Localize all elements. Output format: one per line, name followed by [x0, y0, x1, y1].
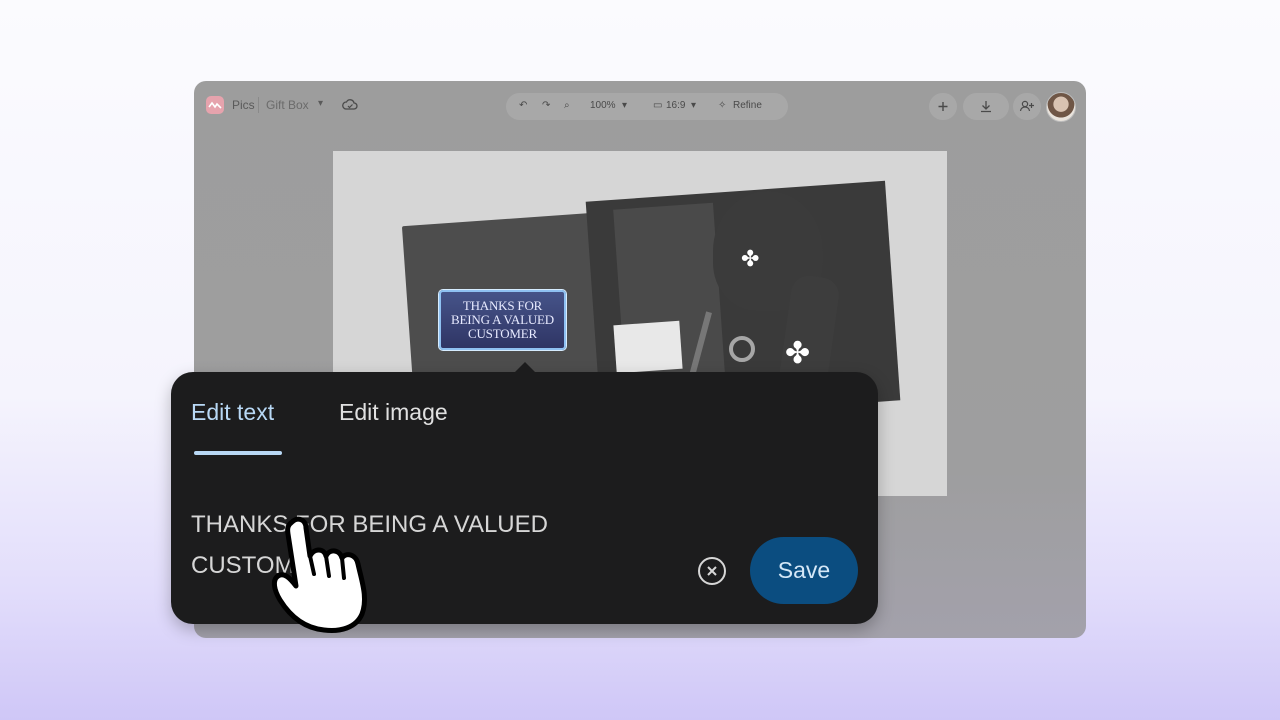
add-button[interactable]	[929, 93, 957, 120]
clear-button[interactable]	[698, 557, 726, 585]
text-edit-field[interactable]: THANKS FOR BEING A VALUED CUSTOMER	[191, 504, 611, 586]
sparkle-icon[interactable]: ✧	[718, 100, 726, 111]
title-divider	[258, 97, 259, 113]
user-avatar[interactable]	[1046, 92, 1076, 122]
aspect-ratio-icon[interactable]: ▭	[653, 100, 662, 111]
chevron-down-icon[interactable]: ▾	[318, 98, 323, 109]
app-name: Pics	[232, 98, 255, 112]
pics-logo-icon	[206, 96, 224, 114]
download-icon	[981, 101, 991, 113]
redo-icon[interactable]: ↷	[542, 100, 550, 111]
close-icon	[707, 566, 717, 576]
plus-icon	[938, 102, 948, 111]
hand-pointer-cursor-icon	[271, 516, 367, 633]
zoom-level[interactable]: 100%	[590, 100, 616, 111]
share-button[interactable]	[1013, 93, 1041, 120]
keyring-image	[729, 336, 755, 362]
badge-text: THANKS FOR BEING A VALUED CUSTOMER	[451, 298, 554, 341]
brand-mark-icon: ✤	[785, 337, 811, 370]
save-button[interactable]: Save	[750, 537, 858, 604]
zoom-icon[interactable]: ⌕	[564, 100, 570, 111]
brand-mark-icon: ✤	[741, 246, 760, 271]
tab-edit-text[interactable]: Edit text	[191, 399, 274, 426]
card-image	[613, 320, 683, 374]
chevron-down-icon[interactable]: ▾	[691, 100, 696, 111]
undo-icon[interactable]: ↶	[519, 100, 527, 111]
cloud-saved-icon[interactable]	[342, 98, 358, 116]
refine-button[interactable]: Refine	[733, 100, 762, 111]
document-name[interactable]: Gift Box	[266, 98, 309, 112]
download-button[interactable]	[963, 93, 1009, 120]
add-person-icon	[1019, 100, 1034, 112]
active-tab-indicator	[194, 451, 282, 455]
canvas-tools: ↶ ↷ ⌕ 100% ▾ ▭ 16:9 ▾ ✧ Refine	[506, 93, 788, 120]
aspect-ratio-value[interactable]: 16:9	[666, 100, 685, 111]
selected-text-label[interactable]: THANKS FOR BEING A VALUED CUSTOMER	[439, 290, 566, 350]
top-toolbar: Pics Gift Box ▾ ↶ ↷ ⌕ 100% ▾ ▭ 16:9 ▾ ✧ …	[194, 81, 1086, 131]
tab-edit-image[interactable]: Edit image	[339, 399, 448, 426]
chevron-down-icon[interactable]: ▾	[622, 100, 627, 111]
